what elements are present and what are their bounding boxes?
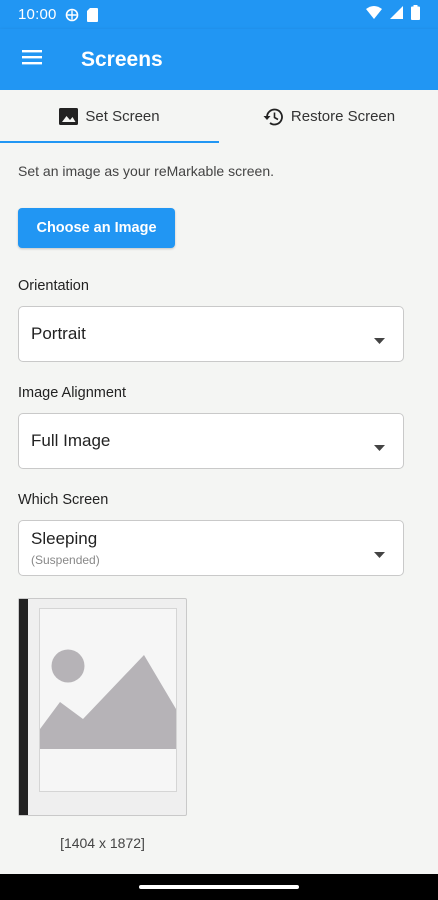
system-nav-bar — [0, 874, 438, 900]
alignment-value: Full Image — [31, 431, 111, 450]
image-icon — [59, 108, 79, 125]
alignment-dropdown[interactable]: Full Image — [18, 413, 404, 469]
tab-label: Set Screen — [85, 108, 160, 125]
device-edge — [19, 599, 28, 815]
which-screen-dropdown[interactable]: Sleeping (Suspended) — [18, 520, 404, 576]
preview-image-frame — [39, 608, 177, 792]
choose-image-button[interactable]: Choose an Image — [18, 208, 175, 248]
dropdown-arrow-icon — [374, 545, 385, 563]
screen-preview — [18, 598, 187, 816]
orientation-label: Orientation — [18, 278, 89, 294]
orientation-dropdown[interactable]: Portrait — [18, 306, 404, 362]
status-bar: 10:00 — [0, 0, 438, 29]
wifi-icon — [366, 6, 382, 23]
tab-restore-screen[interactable]: Restore Screen — [219, 90, 438, 143]
menu-button[interactable] — [0, 29, 64, 90]
battery-icon — [411, 5, 420, 24]
hamburger-menu-icon — [22, 49, 42, 70]
tab-bar: Set Screen Restore Screen — [0, 90, 438, 143]
status-time: 10:00 — [18, 6, 57, 23]
sd-card-icon — [86, 7, 98, 22]
tab-set-screen[interactable]: Set Screen — [0, 90, 219, 143]
orientation-value: Portrait — [31, 324, 86, 343]
tab-label: Restore Screen — [290, 108, 396, 125]
page-title: Screens — [81, 47, 163, 71]
which-screen-text: Sleeping (Suspended) — [31, 529, 100, 567]
dropdown-arrow-icon — [374, 331, 385, 349]
home-gesture-handle[interactable] — [139, 885, 299, 889]
description-text: Set an image as your reMarkable screen. — [18, 163, 275, 179]
which-screen-value: Sleeping — [31, 529, 98, 548]
alignment-label: Image Alignment — [18, 385, 127, 401]
history-icon — [262, 107, 284, 127]
preview-dimensions: [1404 x 1872] — [60, 835, 145, 851]
dropdown-arrow-icon — [374, 438, 385, 456]
sync-icon — [65, 8, 79, 22]
which-screen-subtitle: (Suspended) — [31, 553, 100, 567]
which-screen-label: Which Screen — [18, 492, 109, 508]
signal-icon — [390, 6, 403, 23]
image-placeholder-icon — [40, 609, 176, 791]
app-bar: Screens — [0, 29, 438, 90]
